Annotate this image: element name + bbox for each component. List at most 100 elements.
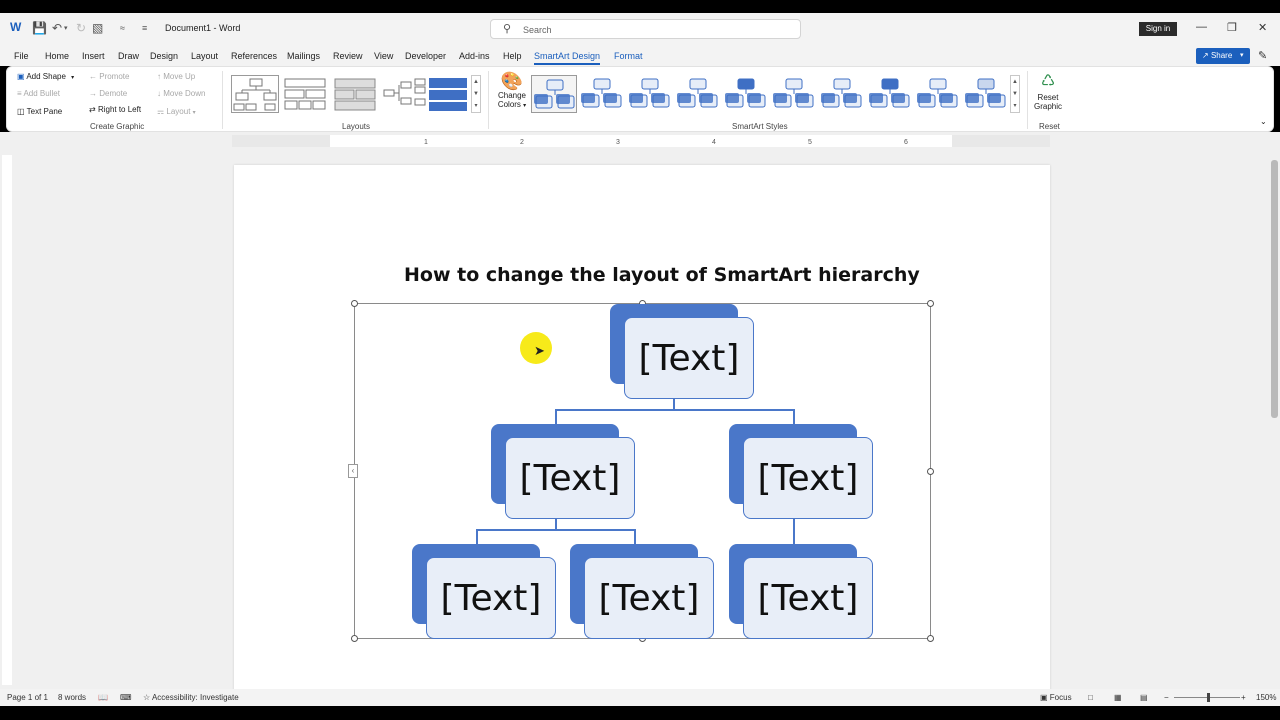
word-count[interactable]: 8 words	[58, 693, 86, 702]
layout-button[interactable]: ⚎ Layout ▾	[157, 107, 196, 116]
focus-mode-button[interactable]: ▣ Focus	[1040, 693, 1072, 702]
scroll-up-icon[interactable]: ▲	[1011, 76, 1019, 88]
scrollbar-thumb[interactable]	[1271, 160, 1278, 418]
promote-button[interactable]: ← Promote	[89, 72, 129, 81]
tab-layout[interactable]: Layout	[191, 51, 218, 61]
layout-hierarchy-thumb[interactable]	[281, 75, 329, 113]
add-shape-button[interactable]: ▣ Add Shape ▾	[17, 72, 74, 81]
resize-handle[interactable]	[351, 635, 358, 642]
smartart-style-thumb[interactable]	[771, 75, 817, 113]
read-mode-icon[interactable]: □	[1088, 693, 1093, 702]
tab-file[interactable]: File	[14, 51, 29, 61]
comments-icon[interactable]: ✎	[1258, 49, 1267, 62]
undo-icon[interactable]: ↶	[52, 21, 62, 35]
resize-handle[interactable]	[351, 300, 358, 307]
sign-in-button[interactable]: Sign in	[1139, 22, 1177, 36]
close-icon[interactable]: ✕	[1258, 21, 1267, 34]
layout-dropdown-icon: ▾	[192, 110, 196, 116]
layout-table-hierarchy-thumb[interactable]	[331, 75, 379, 113]
page-count[interactable]: Page 1 of 1	[7, 693, 48, 702]
restore-icon[interactable]: ❐	[1227, 21, 1237, 34]
connector-line	[634, 529, 636, 545]
change-colors-button[interactable]: 🎨 Change Colors ▾	[495, 71, 529, 109]
tab-format[interactable]: Format	[614, 51, 643, 61]
smartart-style-thumb[interactable]	[675, 75, 721, 113]
move-down-button[interactable]: ↓ Move Down	[157, 89, 205, 98]
share-icon: ↗	[1202, 51, 1209, 60]
scroll-down-icon[interactable]: ▼	[472, 88, 480, 100]
zoom-out-icon[interactable]: −	[1164, 693, 1169, 702]
layouts-group-label: Layouts	[342, 122, 371, 131]
smartart-node-level3-2[interactable]: [Text]	[584, 557, 714, 639]
resize-handle[interactable]	[927, 300, 934, 307]
minimize-icon[interactable]: —	[1196, 21, 1207, 33]
undo-dropdown-icon[interactable]: ▾	[64, 24, 68, 32]
smartart-node-level3-1[interactable]: [Text]	[426, 557, 556, 639]
tab-home[interactable]: Home	[45, 51, 69, 61]
tab-references[interactable]: References	[231, 51, 277, 61]
layout-stacked-hierarchy-thumb[interactable]	[427, 75, 475, 113]
tab-draw[interactable]: Draw	[118, 51, 139, 61]
promote-arrow-icon: ←	[89, 72, 97, 81]
accessibility-status[interactable]: ☆ Accessibility: Investigate	[143, 693, 239, 702]
zoom-slider-thumb[interactable]	[1207, 693, 1210, 702]
format-icon[interactable]: ▧	[92, 21, 103, 35]
right-to-left-button[interactable]: ⇄ Right to Left	[89, 105, 141, 114]
smartart-style-thumb[interactable]	[627, 75, 673, 113]
smartart-style-thumb[interactable]	[579, 75, 625, 113]
scroll-up-icon[interactable]: ▲	[472, 76, 480, 88]
smartart-style-thumb[interactable]	[819, 75, 865, 113]
demote-button[interactable]: → Demote	[89, 89, 127, 98]
text-pane-button[interactable]: ◫ Text Pane	[17, 107, 62, 116]
smartart-node-level3-3[interactable]: [Text]	[743, 557, 873, 639]
proofing-icon[interactable]: 📖	[98, 693, 108, 702]
zoom-in-icon[interactable]: +	[1241, 693, 1246, 702]
web-layout-icon[interactable]: ▤	[1140, 693, 1148, 702]
tab-smartart-design[interactable]: SmartArt Design	[534, 51, 601, 65]
smartart-style-thumb[interactable]	[723, 75, 769, 113]
smartart-style-thumb[interactable]	[867, 75, 913, 113]
document-heading[interactable]: How to change the layout of SmartArt hie…	[404, 264, 920, 286]
redo-icon[interactable]: ↻	[76, 21, 86, 35]
styles-gallery-scroll[interactable]: ▲ ▼ ▾	[1010, 75, 1020, 113]
smartart-style-thumb[interactable]	[915, 75, 961, 113]
tab-mailings[interactable]: Mailings	[287, 51, 320, 61]
resize-handle[interactable]	[927, 635, 934, 642]
text-pane-toggle-icon[interactable]: ‹	[348, 464, 358, 478]
collapse-ribbon-icon[interactable]: ⌄	[1260, 117, 1267, 126]
zoom-level[interactable]: 150%	[1256, 693, 1276, 702]
add-bullet-button[interactable]: ≡ Add Bullet	[17, 89, 60, 98]
touch-mode-icon[interactable]: ≈	[120, 23, 125, 33]
share-dropdown-icon[interactable]: ▾	[1240, 48, 1250, 64]
tab-insert[interactable]: Insert	[82, 51, 105, 61]
smartart-node-level2-right[interactable]: [Text]	[743, 437, 873, 519]
gallery-more-icon[interactable]: ▾	[472, 100, 480, 112]
smartart-style-thumb[interactable]	[531, 75, 577, 113]
tab-help[interactable]: Help	[503, 51, 522, 61]
tab-add-ins[interactable]: Add-ins	[459, 51, 490, 61]
gallery-more-icon[interactable]: ▾	[1011, 100, 1019, 112]
resize-handle[interactable]	[927, 468, 934, 475]
move-up-button[interactable]: ↑ Move Up	[157, 72, 195, 81]
layouts-gallery-scroll[interactable]: ▲ ▼ ▾	[471, 75, 481, 113]
predictions-icon[interactable]: ⌨	[120, 693, 132, 702]
smartart-style-thumb[interactable]	[963, 75, 1009, 113]
reset-graphic-button[interactable]: ♺ Reset Graphic	[1031, 71, 1065, 111]
vertical-ruler[interactable]	[2, 155, 12, 685]
smartart-node-level2-left[interactable]: [Text]	[505, 437, 635, 519]
tab-developer[interactable]: Developer	[405, 51, 446, 61]
tab-view[interactable]: View	[374, 51, 393, 61]
connector-line	[476, 529, 478, 545]
tab-review[interactable]: Review	[333, 51, 363, 61]
search-input[interactable]: ⚲ Search	[490, 19, 801, 39]
layout-org-chart-thumb[interactable]	[231, 75, 279, 113]
horizontal-ruler[interactable]: 1 2 3 4 5 6	[232, 135, 1050, 147]
tab-design[interactable]: Design	[150, 51, 178, 61]
smartart-node-root[interactable]: [Text]	[624, 317, 754, 399]
vertical-scrollbar[interactable]	[1270, 152, 1279, 688]
print-layout-icon[interactable]: ▦	[1114, 693, 1122, 702]
save-icon[interactable]: 💾	[32, 21, 47, 35]
scroll-down-icon[interactable]: ▼	[1011, 88, 1019, 100]
layout-horizontal-hierarchy-thumb[interactable]	[381, 75, 429, 113]
customize-icon[interactable]: ≡	[142, 23, 147, 33]
